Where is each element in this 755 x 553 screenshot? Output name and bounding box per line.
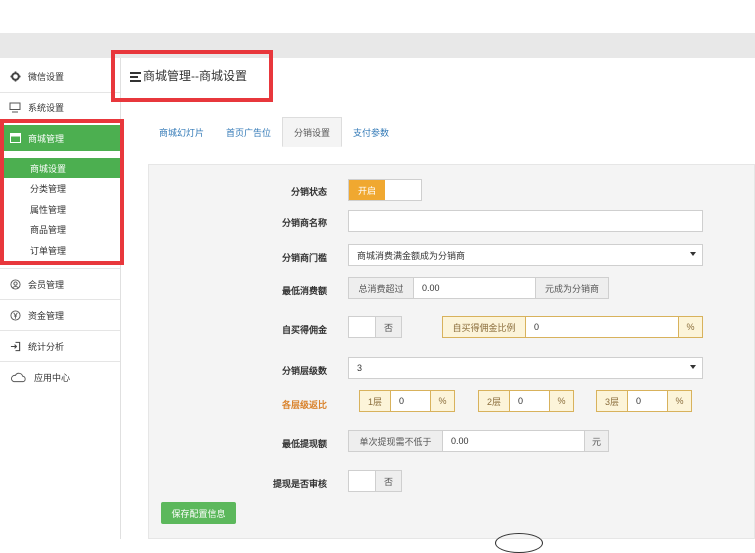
sidebar-item-member-management[interactable]: 会员管理 [0,271,120,297]
sidebar-item-label: 统计分析 [28,341,65,352]
divider [0,299,120,300]
levels-select-value: 3 [357,363,363,373]
tab-bar: 商城幻灯片 首页广告位 分销设置 支付参数 [148,117,400,147]
tab-payment-params[interactable]: 支付参数 [342,117,400,147]
tab-home-ads[interactable]: 首页广告位 [215,117,282,147]
self-commission-toggle[interactable]: 否 [348,316,402,338]
sidebar-item-system-settings[interactable]: 系统设置 [0,94,120,120]
toggle-knob [385,180,421,200]
status-label: 分销状态 [290,187,327,197]
caret-down-icon [690,252,696,256]
monitor-icon [8,100,22,114]
cloud-icon [8,370,28,384]
self-commission-ratio-label: 自买得佣金比例 [442,316,526,338]
divider [0,268,120,269]
save-config-button[interactable]: 保存配置信息 [161,502,236,524]
percent-unit: % [678,316,703,338]
sidebar-item-statistics[interactable]: 统计分析 [0,333,120,359]
min-spend-label: 最低消费额 [281,286,327,296]
toggle-on-label: 开启 [349,180,385,200]
level-3-input[interactable]: 0 [627,390,668,412]
tab-mall-slides[interactable]: 商城幻灯片 [148,117,215,147]
sidebar-item-label: 会员管理 [28,279,65,290]
sidebar-item-label: 资金管理 [28,310,65,321]
yuan-unit: 元 [584,430,609,452]
percent-unit: % [549,390,574,412]
levels-label: 分销层级数 [281,366,327,376]
decorative-circle [495,533,543,553]
withdraw-review-toggle[interactable]: 否 [348,470,402,492]
divider [0,330,120,331]
min-withdraw-label: 最低提现额 [281,439,327,449]
min-spend-prefix: 总消费超过 [348,277,414,299]
divider [0,361,120,362]
name-label: 分销商名称 [281,218,327,228]
level-1-input[interactable]: 0 [390,390,431,412]
user-circle-icon [8,277,22,291]
page-title: 商城管理--商城设置 [130,67,247,84]
toggle-off-label: 否 [375,471,401,491]
page-title-text: 商城管理--商城设置 [143,69,247,83]
self-commission-ratio-input[interactable]: 0 [525,316,679,338]
tab-distribution-settings[interactable]: 分销设置 [282,117,343,147]
toggle-off-label: 否 [375,317,401,337]
distributor-name-input[interactable] [348,210,703,232]
toggle-knob [349,471,375,491]
rebate-label: 各层级返比 [281,400,327,410]
percent-unit: % [430,390,455,412]
highlight-box-sidebar [0,119,124,265]
sidebar-item-wechat-settings[interactable]: 微信设置 [0,63,120,89]
min-spend-input[interactable]: 0.00 [413,277,536,299]
yen-icon [8,308,22,322]
sidebar-item-label: 应用中心 [34,372,71,383]
min-spend-suffix: 元成为分销商 [535,277,609,299]
self-commission-label: 自买得佣金 [281,325,327,335]
levels-select[interactable]: 3 [348,357,703,379]
percent-unit: % [667,390,692,412]
level-2-label: 2层 [478,390,510,412]
min-withdraw-input[interactable]: 0.00 [442,430,585,452]
list-icon [130,71,142,82]
sidebar-item-app-center[interactable]: 应用中心 [0,364,120,390]
sidebar-item-fund-management[interactable]: 资金管理 [0,302,120,328]
level-1-label: 1层 [359,390,391,412]
threshold-label: 分销商门槛 [281,253,327,263]
toggle-knob [349,317,375,337]
caret-down-icon [690,365,696,369]
level-3-label: 3层 [596,390,628,412]
threshold-select[interactable]: 商城消费满金额成为分销商 [348,244,703,266]
sidebar-item-label: 系统设置 [28,102,65,113]
withdraw-review-label: 提现是否审核 [272,479,327,489]
level-2-input[interactable]: 0 [509,390,550,412]
threshold-select-value: 商城消费满金额成为分销商 [357,250,466,261]
min-withdraw-prefix: 单次提现需不低于 [348,430,443,452]
sidebar-item-label: 微信设置 [28,71,65,82]
distribution-status-toggle[interactable]: 开启 [348,179,422,201]
sign-in-icon [8,339,22,353]
gear-icon [8,69,22,83]
divider [0,92,120,93]
